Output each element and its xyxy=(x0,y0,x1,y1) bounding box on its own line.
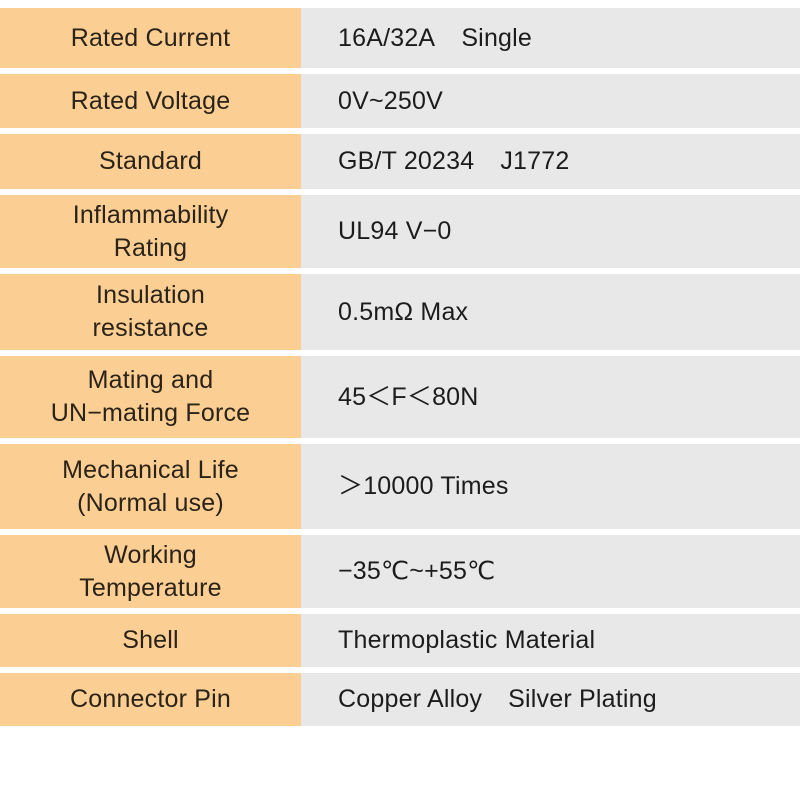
spec-label-text: Connector Pin xyxy=(69,685,232,713)
spec-label-cell: Connector Pin xyxy=(0,673,301,726)
spec-value-cell: −35℃~+55℃ xyxy=(301,535,800,608)
spec-label-cell: Insulation resistance xyxy=(0,274,301,350)
spec-value-cell: Copper Alloy Silver Plating xyxy=(301,673,800,726)
spec-label-cell: Inflammability Rating xyxy=(0,195,301,268)
spec-value-part: Copper Alloy xyxy=(338,685,483,713)
spec-value-cell: 16A/32A Single xyxy=(301,8,800,68)
spec-value-part: UL94 V−0 xyxy=(338,217,452,245)
spec-value-part: −35℃~+55℃ xyxy=(338,557,496,585)
spec-value-cell: GB/T 20234 J1772 xyxy=(301,134,800,189)
spec-label-line: Inflammability xyxy=(72,200,229,229)
spec-value-cell: 0V~250V xyxy=(301,74,800,128)
spec-label-line: Mechanical Life xyxy=(62,455,239,484)
spec-value-cell: UL94 V−0 xyxy=(301,195,800,268)
spec-label-text-block: Mating and UN−mating Force xyxy=(51,364,251,430)
table-bottom-margin xyxy=(0,726,800,736)
spec-value-part: ＞10000 Times xyxy=(338,472,509,500)
spec-label-cell: Mechanical Life (Normal use) xyxy=(0,444,301,529)
spec-label-text: Standard xyxy=(98,147,203,175)
spec-label-line: UN−mating Force xyxy=(50,399,251,427)
spec-label-cell: Rated Current xyxy=(0,8,301,68)
spec-label-cell: Rated Voltage xyxy=(0,74,301,128)
spec-label-text: Shell xyxy=(122,626,179,654)
spec-label-line: Rating xyxy=(113,233,188,262)
spec-label-line: Working xyxy=(104,540,197,569)
spec-value-part: Silver Plating xyxy=(508,685,657,713)
table-row: Standard GB/T 20234 J1772 xyxy=(0,128,800,189)
spec-label-text: Rated Voltage xyxy=(70,86,231,115)
spec-label-text-block: Mechanical Life (Normal use) xyxy=(62,454,239,520)
spec-label-cell: Standard xyxy=(0,134,301,189)
spec-value-part: 0V~250V xyxy=(338,86,443,115)
spec-label-line: (Normal use) xyxy=(77,488,224,517)
spec-label-text-block: Insulation resistance xyxy=(93,279,209,345)
spec-value-part: Single xyxy=(461,23,533,52)
spec-value-part: GB/T 20234 xyxy=(338,147,475,175)
spec-label-text-block: Working Temperature xyxy=(79,539,222,605)
spec-label-cell: Shell xyxy=(0,614,301,667)
spec-value-part: Thermoplastic Material xyxy=(338,626,596,654)
table-row: Working Temperature −35℃~+55℃ xyxy=(0,529,800,608)
spec-value-cell: 45＜F＜80N xyxy=(301,356,800,438)
table-row: Mating and UN−mating Force 45＜F＜80N xyxy=(0,350,800,438)
spec-value-part: 0.5mΩ Max xyxy=(338,297,469,326)
spec-label-cell: Mating and UN−mating Force xyxy=(0,356,301,438)
spec-value-part: 16A/32A xyxy=(338,23,436,52)
spec-value-part: J1772 xyxy=(500,147,570,175)
spec-label-line: Temperature xyxy=(79,573,222,602)
table-row: Inflammability Rating UL94 V−0 xyxy=(0,189,800,268)
spec-value-cell: ＞10000 Times xyxy=(301,444,800,529)
table-row: Shell Thermoplastic Material xyxy=(0,608,800,667)
spec-label-line: resistance xyxy=(92,314,209,342)
spec-value-part: 45＜F＜80N xyxy=(338,382,479,411)
spec-label-line: Mating and xyxy=(87,366,214,394)
table-row: Mechanical Life (Normal use) ＞10000 Time… xyxy=(0,438,800,529)
table-row: Rated Voltage 0V~250V xyxy=(0,68,800,128)
spec-label-text-block: Inflammability Rating xyxy=(73,199,229,265)
table-row: Connector Pin Copper Alloy Silver Platin… xyxy=(0,667,800,726)
spec-label-line: Insulation xyxy=(95,281,205,309)
table-row: Insulation resistance 0.5mΩ Max xyxy=(0,268,800,350)
spec-value-cell: 0.5mΩ Max xyxy=(301,274,800,350)
spec-value-cell: Thermoplastic Material xyxy=(301,614,800,667)
spec-label-cell: Working Temperature xyxy=(0,535,301,608)
table-row: Rated Current 16A/32A Single xyxy=(0,8,800,68)
spec-label-text: Rated Current xyxy=(70,23,231,52)
specification-table: Rated Current 16A/32A Single Rated Volta… xyxy=(0,0,800,800)
table-top-margin xyxy=(0,0,800,8)
